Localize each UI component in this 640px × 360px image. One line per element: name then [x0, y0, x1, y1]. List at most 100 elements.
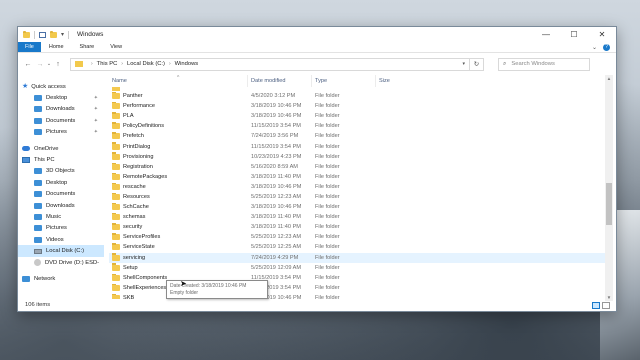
- title-bar[interactable]: ▾ Windows — ☐ ✕: [18, 27, 616, 42]
- column-header-type[interactable]: Type: [312, 75, 376, 87]
- file-date: 3/18/2019 10:46 PM: [251, 113, 302, 120]
- file-name-cell: rescache: [109, 182, 248, 190]
- sidebar-item-label: Pictures: [46, 225, 67, 232]
- sidebar-item-downloads[interactable]: Downloads: [18, 200, 104, 211]
- breadcrumb-separator: ›: [91, 61, 93, 67]
- music-icon: [34, 213, 42, 220]
- breadcrumb-local-disk[interactable]: Local Disk (C:): [127, 61, 165, 67]
- file-name: Resources: [123, 193, 150, 200]
- file-type: File folder: [315, 133, 340, 140]
- expand-ribbon-icon[interactable]: ⌄: [592, 44, 597, 51]
- file-name: PLA: [123, 113, 134, 120]
- sidebar-item-desktop[interactable]: Desktop ✦: [18, 92, 104, 103]
- folder-icon: [112, 132, 120, 140]
- sidebar-item-local-disk-c[interactable]: Local Disk (C:): [18, 245, 104, 257]
- minimize-button[interactable]: —: [532, 27, 560, 42]
- chevron-down-icon[interactable]: ▾: [462, 61, 465, 67]
- file-date: 5/16/2020 8:59 AM: [251, 163, 298, 170]
- folder-icon: [112, 283, 120, 291]
- sidebar-item-desktop[interactable]: Desktop: [18, 177, 104, 188]
- folder-icon: [112, 273, 120, 281]
- table-row[interactable]: Panther 4/5/2020 3:12 PM File folder: [109, 91, 607, 101]
- close-button[interactable]: ✕: [588, 27, 616, 42]
- pin-icon: ✦: [93, 106, 98, 113]
- tab-share[interactable]: Share: [72, 42, 103, 52]
- sidebar-item-onedrive[interactable]: OneDrive: [18, 143, 104, 154]
- sidebar-item-music[interactable]: Music: [18, 211, 104, 222]
- scroll-up-icon[interactable]: ▲: [605, 76, 613, 81]
- properties-icon[interactable]: [39, 31, 46, 38]
- table-row[interactable]: ServiceState 5/25/2019 12:25 AM File folde…: [109, 242, 607, 252]
- details-view-icon[interactable]: [592, 301, 600, 309]
- breadcrumb-this-pc[interactable]: This PC: [97, 61, 118, 67]
- table-row[interactable]: Provisioning 10/23/2019 4:23 PM File folde…: [109, 152, 607, 162]
- folder-icon: [112, 122, 120, 130]
- tab-home[interactable]: Home: [41, 42, 72, 52]
- dvd-icon: [34, 259, 41, 267]
- large-icons-view-icon[interactable]: [602, 301, 610, 309]
- forward-button[interactable]: →: [34, 61, 46, 68]
- sidebar-item-documents[interactable]: Documents: [18, 189, 104, 200]
- maximize-button[interactable]: ☐: [560, 27, 588, 42]
- refresh-button[interactable]: ↻: [470, 57, 484, 71]
- help-icon[interactable]: ?: [603, 43, 610, 51]
- column-header-date[interactable]: Date modified: [248, 75, 312, 87]
- table-row[interactable]: RemotePackages 3/18/2019 11:40 PM File fol…: [109, 172, 607, 182]
- up-button[interactable]: ↑: [52, 61, 64, 68]
- sidebar-item-this-pc[interactable]: This PC: [18, 154, 104, 165]
- file-name-cell: SchCache: [109, 202, 248, 211]
- customize-toolbar-icon[interactable]: ▾: [61, 31, 64, 38]
- table-row[interactable]: SchCache 3/18/2019 10:46 PM File folder: [109, 202, 607, 212]
- sidebar-item-videos[interactable]: Videos: [18, 234, 104, 245]
- sidebar-item-3d-objects[interactable]: 3D Objects: [18, 166, 104, 177]
- column-header-size[interactable]: Size: [376, 75, 436, 87]
- sidebar-item-pictures[interactable]: Pictures ✦: [18, 127, 104, 138]
- table-row[interactable]: Prefetch 7/24/2019 3:56 PM File folder: [109, 131, 607, 141]
- file-name: Performance: [123, 103, 156, 110]
- file-name-cell: Performance: [109, 101, 248, 110]
- sidebar-item-label: Desktop: [46, 179, 68, 186]
- file-name-cell: Resources: [109, 192, 248, 200]
- table-row[interactable]: PrintDialog 11/15/2019 3:54 PM File folder: [109, 141, 607, 151]
- table-row[interactable]: Setup 5/25/2019 12:09 AM File folder: [109, 263, 607, 273]
- sidebar-item-dvd-drive-d-esd[interactable]: DVD Drive (D:) ESD-: [18, 257, 104, 268]
- table-row[interactable]: schemas 3/18/2019 11:40 PM File folder: [109, 212, 607, 222]
- tab-view[interactable]: View: [102, 42, 130, 52]
- network-icon: [22, 275, 30, 282]
- file-explorer-window: ▾ Windows — ☐ ✕ File Home Share View ⌄ ?…: [17, 26, 617, 312]
- table-row[interactable]: security 3/18/2019 11:40 PM File folder: [109, 222, 607, 232]
- sidebar-item-downloads[interactable]: Downloads ✦: [18, 104, 104, 115]
- table-row[interactable]: Resources 5/25/2019 12:23 AM File folder: [109, 192, 607, 202]
- toolbar-divider: [68, 30, 70, 39]
- sidebar-item-documents[interactable]: Documents ✦: [18, 115, 104, 126]
- sidebar-item-pictures[interactable]: Pictures: [18, 223, 104, 234]
- file-type: File folder: [315, 193, 340, 200]
- new-folder-icon[interactable]: [50, 30, 57, 38]
- sidebar-item-network[interactable]: Network: [18, 273, 104, 284]
- file-type: File folder: [315, 103, 340, 110]
- table-row[interactable]: rescache 3/18/2019 10:46 PM File folder: [109, 182, 607, 192]
- file-date: 7/24/2019 3:56 PM: [251, 133, 299, 140]
- table-row[interactable]: Registration 5/16/2020 8:59 AM File folder: [109, 162, 607, 172]
- file-name: ServiceState: [123, 244, 155, 251]
- table-row[interactable]: PolicyDefinitions 11/15/2019 3:54 PM File …: [109, 121, 607, 131]
- sidebar-item-quick-access[interactable]: ★ Quick access: [18, 81, 104, 92]
- address-bar[interactable]: › This PC › Local Disk (C:) › Windows ▾: [70, 57, 470, 71]
- table-row[interactable]: Performance 3/18/2019 10:46 PM File folder: [109, 101, 607, 111]
- search-input[interactable]: ⌕ Search Windows: [498, 57, 590, 71]
- file-type: File folder: [315, 93, 340, 100]
- downloads-icon: [34, 106, 42, 113]
- folder-icon: [112, 223, 120, 231]
- file-date: 3/18/2019 10:46 PM: [251, 204, 302, 211]
- breadcrumb-windows[interactable]: Windows: [175, 61, 199, 67]
- file-rows: Panther 4/5/2020 3:12 PM File folder Perfor…: [109, 91, 607, 299]
- table-row[interactable]: servicing 7/24/2019 4:29 PM File folder: [109, 252, 607, 263]
- scrollbar-thumb[interactable]: [606, 183, 612, 225]
- file-name: ServiceProfiles: [123, 234, 161, 241]
- table-row[interactable]: ServiceProfiles 5/25/2019 12:23 AM File fo…: [109, 232, 607, 242]
- sidebar-item-label: 3D Objects: [46, 168, 75, 175]
- back-button[interactable]: ←: [22, 61, 34, 68]
- vertical-scrollbar[interactable]: ▲ ▼: [605, 75, 613, 301]
- table-row[interactable]: PLA 3/18/2019 10:46 PM File folder: [109, 111, 607, 121]
- tab-file[interactable]: File: [18, 42, 41, 52]
